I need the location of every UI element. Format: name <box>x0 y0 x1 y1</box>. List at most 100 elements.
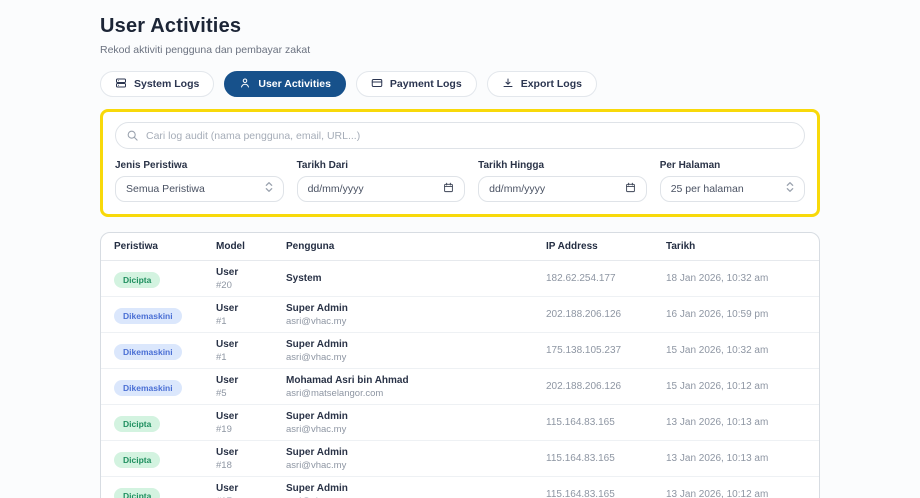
event-badge: Dicipta <box>114 271 161 288</box>
jenis-peristiwa-select[interactable]: Semua Peristiwa <box>115 176 284 202</box>
model-name: User <box>216 410 239 422</box>
cell-ip-address: 115.164.83.165 <box>546 489 615 498</box>
event-badge: Dikemaskini <box>114 307 182 324</box>
model-name: User <box>216 446 239 458</box>
per-halaman-select[interactable]: 25 per halaman <box>659 176 805 202</box>
cell-tarikh: 15 Jan 2026, 10:12 am <box>666 381 769 392</box>
table-row[interactable]: Dicipta User #20 System 182.62.254.177 1… <box>101 261 819 297</box>
column-header-pengguna: Pengguna <box>286 241 335 252</box>
cell-tarikh: 13 Jan 2026, 10:13 am <box>666 453 769 464</box>
cell-tarikh: 13 Jan 2026, 10:12 am <box>666 489 769 498</box>
select-spinner-icon <box>786 180 794 198</box>
table-header: Peristiwa Model Pengguna IP Address Tari… <box>101 233 819 261</box>
cell-ip-address: 115.164.83.165 <box>546 453 615 464</box>
event-badge: Dicipta <box>114 487 161 498</box>
user-name: Super Admin <box>286 338 348 350</box>
table-row[interactable]: Dikemaskini User #1 Super Admin asri@vha… <box>101 333 819 369</box>
cell-model: User #1 <box>216 303 286 327</box>
cell-peristiwa: Dikemaskini <box>114 306 216 324</box>
tarikh-dari-input[interactable]: dd/mm/yyyy <box>296 176 466 202</box>
tab-label: Payment Logs <box>389 78 462 90</box>
tab-export-logs[interactable]: Export Logs <box>486 71 597 97</box>
cell-model: User #17 <box>216 483 286 498</box>
cell-peristiwa: Dicipta <box>114 414 216 432</box>
cell-tarikh: 15 Jan 2026, 10:32 am <box>666 345 769 356</box>
calendar-icon <box>625 180 636 198</box>
event-badge: Dicipta <box>114 415 161 432</box>
model-name: User <box>216 266 239 278</box>
tab-label: System Logs <box>134 78 200 90</box>
column-header-tarikh: Tarikh <box>666 241 696 252</box>
user-name: Mohamad Asri bin Ahmad <box>286 374 409 386</box>
cell-model: User #5 <box>216 375 286 399</box>
cell-pengguna: Super Admin asri@vhac.my <box>286 483 546 498</box>
cell-peristiwa: Dikemaskini <box>114 378 216 396</box>
filter-tarikh-dari: Tarikh Dari dd/mm/yyyy <box>296 160 466 202</box>
cell-model: User #18 <box>216 447 286 471</box>
cell-pengguna: Super Admin asri@vhac.my <box>286 411 546 435</box>
cell-pengguna: Super Admin asri@vhac.my <box>286 303 546 327</box>
tab-label: Export Logs <box>520 78 582 90</box>
model-name: User <box>216 482 239 494</box>
field-label: Tarikh Dari <box>296 160 349 171</box>
user-name: Super Admin <box>286 446 348 458</box>
select-value: 25 per halaman <box>670 183 744 195</box>
cell-tarikh: 16 Jan 2026, 10:59 pm <box>666 309 769 320</box>
user-name: System <box>286 273 322 284</box>
log-tabs: System Logs User Activities Payment Logs… <box>100 71 820 97</box>
event-badge: Dikemaskini <box>114 343 182 360</box>
table-row[interactable]: Dikemaskini User #5 Mohamad Asri bin Ahm… <box>101 369 819 405</box>
cell-peristiwa: Dikemaskini <box>114 342 216 360</box>
user-name: Super Admin <box>286 302 348 314</box>
download-icon <box>502 77 514 92</box>
user-name: Super Admin <box>286 482 348 494</box>
cell-ip-address: 115.164.83.165 <box>546 417 615 428</box>
column-header-model: Model <box>216 241 245 252</box>
model-id: #19 <box>216 423 232 435</box>
filter-row: Jenis Peristiwa Semua Peristiwa Tarikh D… <box>115 160 805 202</box>
tab-user-activities[interactable]: User Activities <box>224 71 346 97</box>
field-label: Tarikh Hingga <box>478 160 545 171</box>
page-title: User Activities <box>100 15 242 37</box>
cell-ip-address: 202.188.206.126 <box>546 309 622 320</box>
model-name: User <box>216 302 239 314</box>
user-email: asri@vhac.my <box>286 423 347 435</box>
user-email: asri@vhac.my <box>286 315 347 327</box>
model-id: #5 <box>216 387 227 399</box>
event-badge: Dikemaskini <box>114 379 182 396</box>
model-name: User <box>216 338 239 350</box>
page-subtitle: Rekod aktiviti pengguna dan pembayar zak… <box>100 44 311 56</box>
date-value: dd/mm/yyyy <box>307 183 364 195</box>
server-icon <box>115 77 127 92</box>
cell-pengguna: Super Admin asri@vhac.my <box>286 339 546 363</box>
tab-label: User Activities <box>258 78 331 90</box>
tarikh-hingga-input[interactable]: dd/mm/yyyy <box>478 176 647 202</box>
cell-tarikh: 18 Jan 2026, 10:32 am <box>666 273 769 284</box>
tab-payment-logs[interactable]: Payment Logs <box>355 71 477 97</box>
filter-tarikh-hingga: Tarikh Hingga dd/mm/yyyy <box>478 160 647 202</box>
user-email: asri@vhac.my <box>286 459 347 471</box>
table-row[interactable]: Dicipta User #18 Super Admin asri@vhac.m… <box>101 441 819 477</box>
cell-pengguna: Super Admin asri@vhac.my <box>286 447 546 471</box>
activity-table: Peristiwa Model Pengguna IP Address Tari… <box>100 232 820 498</box>
tab-system-logs[interactable]: System Logs <box>100 71 215 97</box>
cell-model: User #1 <box>216 339 286 363</box>
cell-ip-address: 175.138.105.237 <box>546 345 622 356</box>
table-row[interactable]: Dikemaskini User #1 Super Admin asri@vha… <box>101 297 819 333</box>
filter-panel-highlighted: Jenis Peristiwa Semua Peristiwa Tarikh D… <box>100 109 820 217</box>
user-email: asri@matselangor.com <box>286 387 384 399</box>
filter-jenis-peristiwa: Jenis Peristiwa Semua Peristiwa <box>115 160 284 202</box>
main-content: User Activities Rekod aktiviti pengguna … <box>100 0 820 498</box>
table-row[interactable]: Dicipta User #19 Super Admin asri@vhac.m… <box>101 405 819 441</box>
credit-card-icon <box>371 77 383 92</box>
model-name: User <box>216 374 239 386</box>
model-id: #18 <box>216 459 232 471</box>
cell-pengguna: System <box>286 273 546 284</box>
cell-model: User #20 <box>216 267 286 291</box>
column-header-ip: IP Address <box>546 241 598 252</box>
table-body: Dicipta User #20 System 182.62.254.177 1… <box>101 261 819 498</box>
cell-ip-address: 202.188.206.126 <box>546 381 622 392</box>
cell-peristiwa: Dicipta <box>114 270 216 288</box>
table-row[interactable]: Dicipta User #17 Super Admin asri@vhac.m… <box>101 477 819 498</box>
search-input[interactable] <box>115 122 805 149</box>
